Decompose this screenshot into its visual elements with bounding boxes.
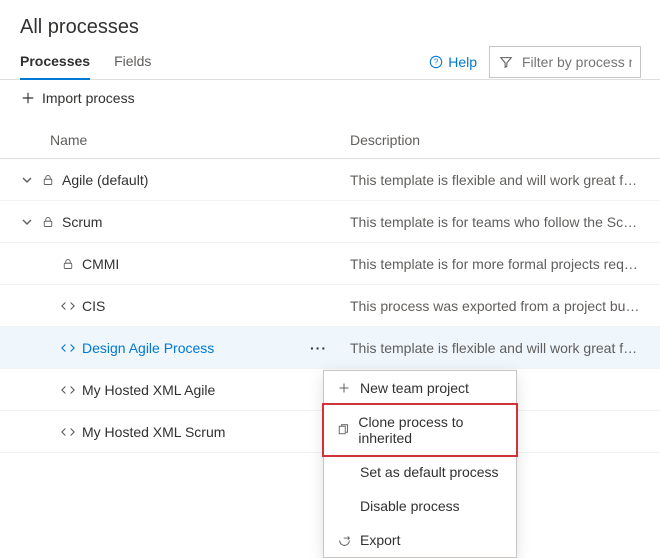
menu-clone-to-inherited[interactable]: Clone process to inherited [324,405,516,455]
clone-icon [336,422,350,438]
lock-icon [40,214,56,230]
code-icon [60,382,76,398]
blank-icon [336,464,352,480]
table-row[interactable]: CMMI This template is for more formal pr… [0,243,660,285]
menu-set-default[interactable]: Set as default process [324,455,516,489]
filter-icon [498,54,514,70]
help-icon: ? [428,54,444,70]
menu-export[interactable]: Export [324,523,516,557]
process-description: This template is flexible and will work … [350,340,640,356]
process-description: This template is for teams who follow th… [350,214,640,230]
code-icon [60,340,76,356]
blank-icon [336,498,352,514]
process-name: CIS [82,298,105,314]
table-header: Name Description [0,122,660,159]
help-label: Help [448,54,477,70]
table-row[interactable]: Scrum This template is for teams who fol… [0,201,660,243]
menu-new-team-project[interactable]: New team project [324,371,516,405]
chevron-down-icon[interactable] [20,217,34,227]
chevron-down-icon[interactable] [20,175,34,185]
table-row[interactable]: Agile (default) This template is flexibl… [0,159,660,201]
context-menu: New team project Clone process to inheri… [323,370,517,558]
process-description: This template is for more formal project… [350,256,640,272]
menu-label: New team project [360,380,469,396]
plus-icon [20,90,36,106]
code-icon [60,298,76,314]
menu-label: Clone process to inherited [358,414,504,446]
column-name: Name [20,132,350,148]
lock-icon [60,256,76,272]
import-process-button[interactable]: Import process [20,90,135,106]
page-title: All processes [20,16,640,39]
import-label: Import process [42,90,135,106]
lock-icon [40,172,56,188]
process-description: This template is flexible and will work … [350,172,640,188]
menu-disable-process[interactable]: Disable process [324,489,516,523]
tabs: Processes Fields [20,45,151,79]
filter-box[interactable] [489,46,641,78]
more-actions-button[interactable]: ··· [310,340,327,356]
table-row[interactable]: Design Agile Process ··· This template i… [0,327,660,369]
process-name: Scrum [62,214,102,230]
tab-processes[interactable]: Processes [20,45,90,79]
plus-icon [336,380,352,396]
column-description: Description [350,132,640,148]
filter-input[interactable] [522,54,632,70]
process-name: My Hosted XML Agile [82,382,215,398]
menu-label: Set as default process [360,464,499,480]
code-icon [60,424,76,440]
process-name[interactable]: Design Agile Process [82,340,214,356]
process-name: Agile (default) [62,172,148,188]
svg-text:?: ? [434,58,439,67]
table-row[interactable]: CIS This process was exported from a pro… [0,285,660,327]
process-description: This process was exported from a project… [350,298,640,314]
tab-fields[interactable]: Fields [114,45,151,79]
process-name: My Hosted XML Scrum [82,424,225,440]
menu-label: Disable process [360,498,460,514]
help-link[interactable]: ? Help [428,54,477,70]
process-name: CMMI [82,256,119,272]
